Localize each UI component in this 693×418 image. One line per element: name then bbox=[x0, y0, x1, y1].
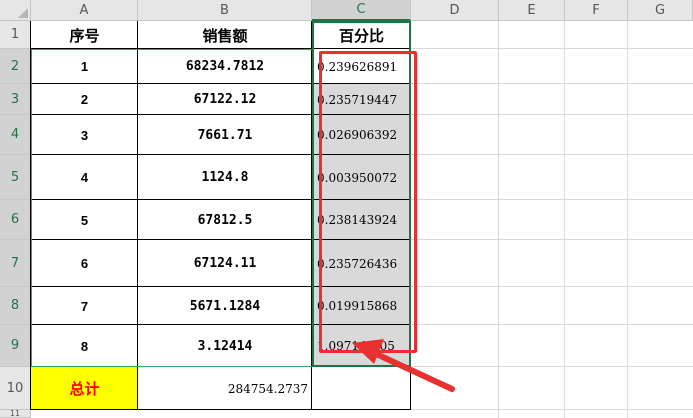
column-header-c[interactable]: C bbox=[312, 0, 411, 21]
row-header-8[interactable]: 8 bbox=[0, 287, 31, 325]
row-header-3[interactable]: 3 bbox=[0, 84, 31, 115]
row-header-6[interactable]: 6 bbox=[0, 200, 31, 240]
gridline bbox=[411, 154, 693, 155]
column-header-f[interactable]: F bbox=[565, 0, 628, 21]
row-header-5[interactable]: 5 bbox=[0, 155, 31, 200]
selection-border-rows bbox=[31, 49, 312, 367]
gridline bbox=[411, 48, 693, 49]
column-header-d[interactable]: D bbox=[411, 0, 499, 21]
row-header-1[interactable]: 1 bbox=[0, 21, 31, 49]
row-header-9[interactable]: 9 bbox=[0, 325, 31, 367]
row-header-4[interactable]: 4 bbox=[0, 115, 31, 155]
gridline bbox=[564, 21, 565, 418]
table-border bbox=[30, 409, 411, 410]
column-header-g[interactable]: G bbox=[628, 0, 693, 21]
select-all-corner[interactable] bbox=[0, 0, 31, 21]
header-cell-index[interactable]: 序号 bbox=[31, 21, 138, 49]
gridline bbox=[411, 286, 693, 287]
gridline bbox=[411, 114, 693, 115]
gridline bbox=[411, 324, 693, 325]
column-header-b[interactable]: B bbox=[138, 0, 312, 21]
gridline bbox=[411, 366, 693, 367]
gridline bbox=[498, 21, 499, 418]
gridline bbox=[411, 199, 693, 200]
gridline bbox=[411, 239, 693, 240]
row-header-7[interactable]: 7 bbox=[0, 240, 31, 287]
total-label-cell[interactable]: 总计 bbox=[31, 367, 138, 410]
header-cell-amount[interactable]: 销售额 bbox=[138, 21, 312, 49]
gridline bbox=[411, 409, 693, 410]
column-header-a[interactable]: A bbox=[31, 0, 138, 21]
total-percent-cell[interactable] bbox=[312, 367, 411, 410]
row-header-11[interactable]: 11 bbox=[0, 409, 31, 418]
column-header-e[interactable]: E bbox=[499, 0, 565, 21]
gridline bbox=[627, 21, 628, 418]
total-value-cell[interactable]: 284754.2737 bbox=[138, 367, 312, 410]
annotation-highlight-box bbox=[319, 51, 417, 353]
row-header-2[interactable]: 2 bbox=[0, 49, 31, 84]
spreadsheet-grid[interactable]: A B C D E F G 1 2 3 4 5 6 7 8 9 10 11 序号… bbox=[0, 0, 693, 418]
row-header-10[interactable]: 10 bbox=[0, 367, 31, 410]
gridline bbox=[411, 83, 693, 84]
